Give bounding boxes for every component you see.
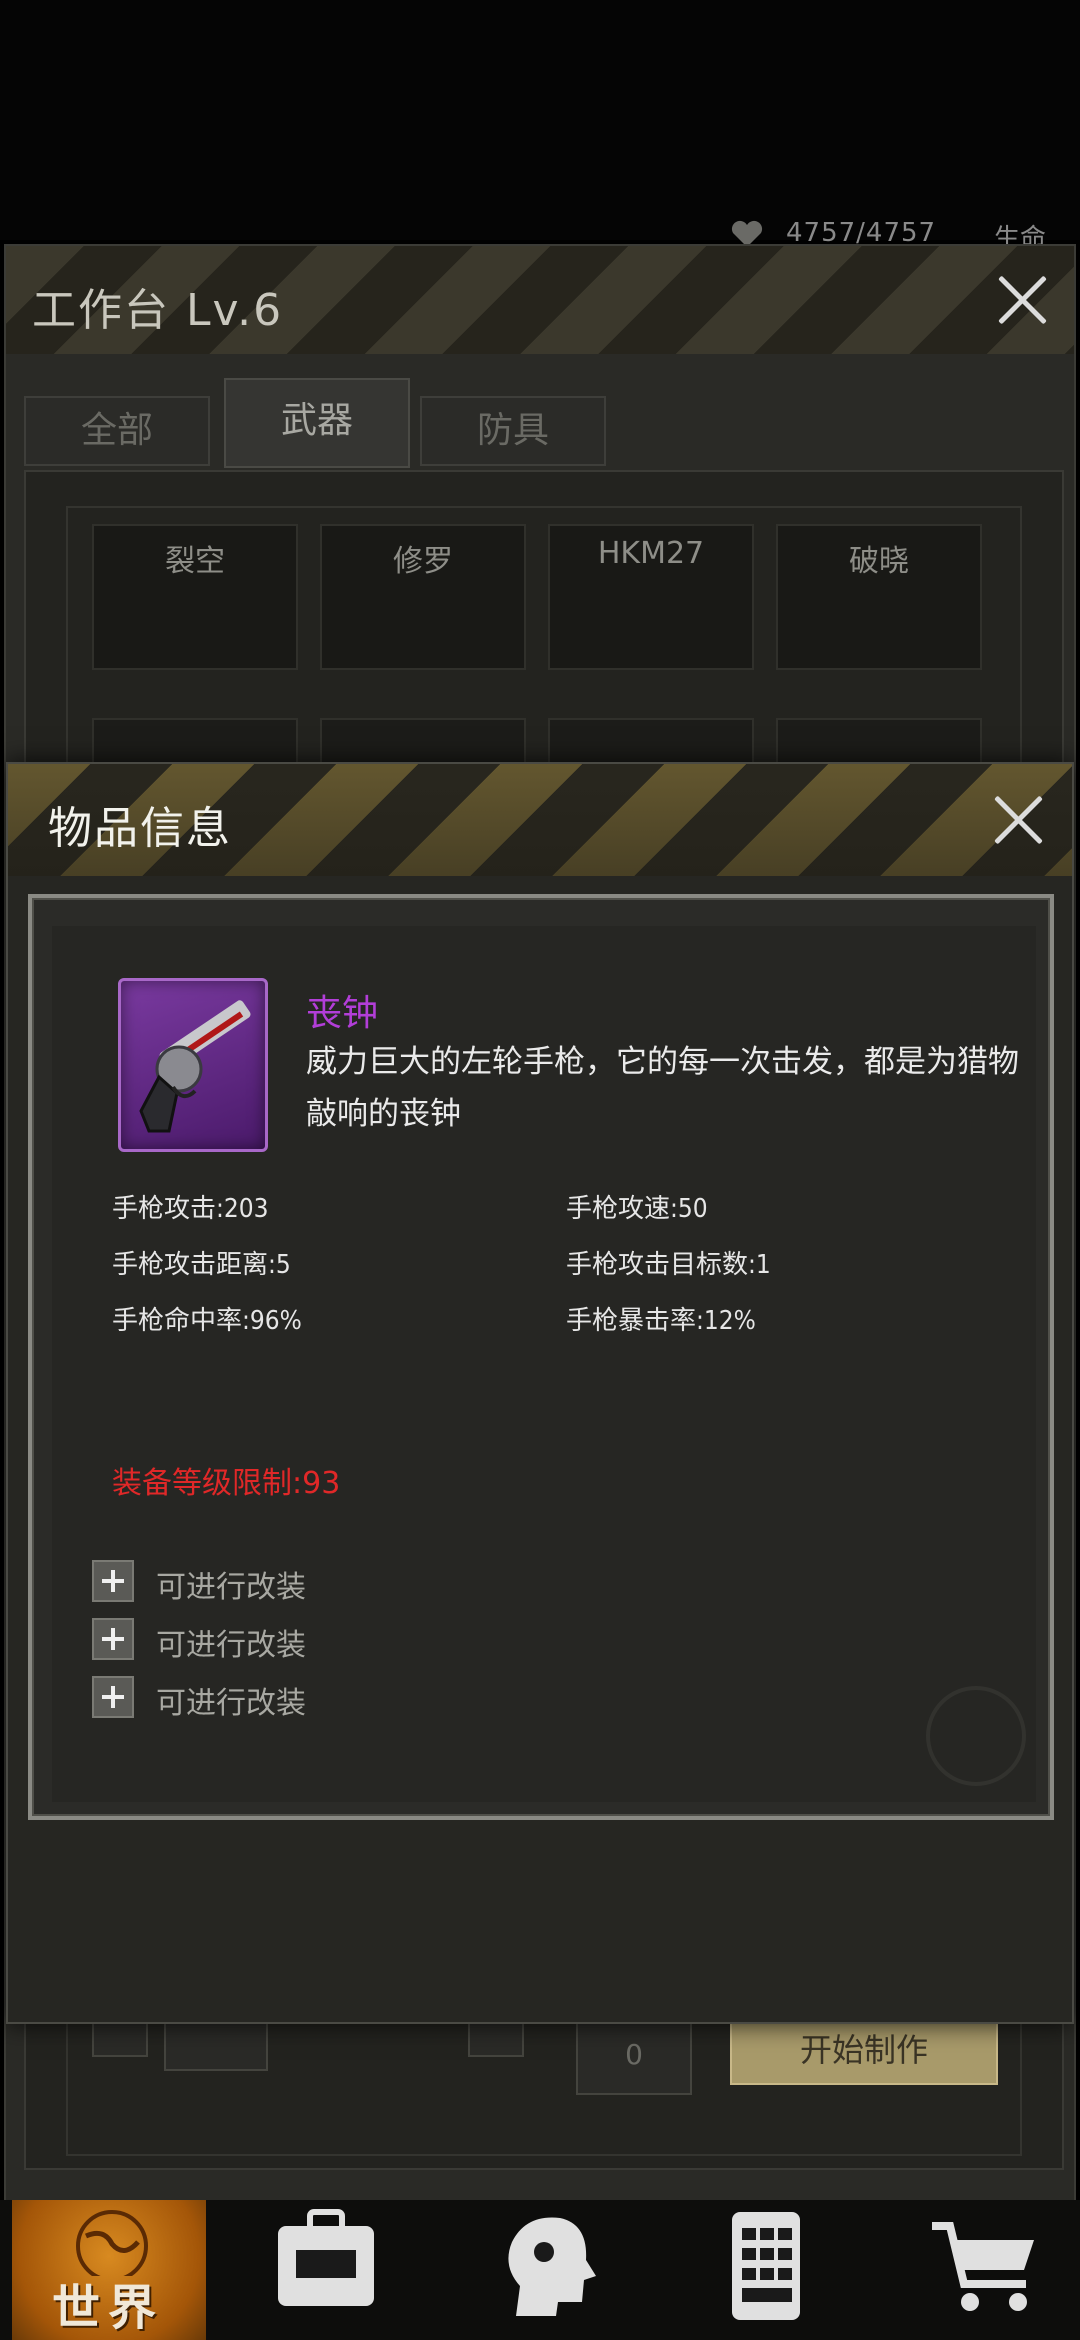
mod-label: 可进行改装: [156, 1570, 306, 1605]
item-info-title: 物品信息: [48, 803, 232, 854]
item-name: 丧钟: [306, 993, 379, 1034]
weapon-slot[interactable]: 裂空: [92, 524, 298, 670]
level-requirement: 装备等级限制:93: [112, 1466, 341, 1501]
stat-pistol-speed: 手枪攻速:50: [566, 1194, 708, 1224]
backpack-icon[interactable]: [266, 2206, 386, 2326]
stat-pistol-attack: 手枪攻击:203: [112, 1194, 269, 1224]
mod-label: 可进行改装: [156, 1686, 306, 1721]
top-background: [0, 0, 1080, 240]
plus-icon[interactable]: [92, 1560, 134, 1602]
workbench-title: 工作台 Lv.6: [32, 285, 284, 336]
workbench-header: 工作台 Lv.6: [6, 246, 1074, 354]
radiation-icon: [926, 1686, 1026, 1786]
item-info-frame: 丧钟 威力巨大的左轮手枪，它的每一次击发，都是为猎物敲响的丧钟 手枪攻击:203…: [28, 894, 1054, 1820]
globe-icon: [76, 2210, 148, 2276]
stat-pistol-hit: 手枪命中率:96%: [112, 1306, 302, 1336]
item-description: 威力巨大的左轮手枪，它的每一次击发，都是为猎物敲响的丧钟: [306, 1044, 1019, 1132]
item-info-frame-inner: 丧钟 威力巨大的左轮手枪，它的每一次击发，都是为猎物敲响的丧钟 手枪攻击:203…: [32, 898, 1050, 1816]
close-icon[interactable]: [990, 792, 1046, 848]
plus-icon[interactable]: [92, 1618, 134, 1660]
shop-cart-icon[interactable]: [926, 2206, 1046, 2326]
tab-weapons[interactable]: 武器: [224, 378, 410, 468]
calculator-icon[interactable]: [706, 2206, 826, 2326]
stat-pistol-range: 手枪攻击距离:5: [112, 1250, 291, 1280]
tab-all[interactable]: 全部: [24, 396, 210, 466]
item-icon: [118, 978, 268, 1152]
weapon-slot[interactable]: 修罗: [320, 524, 526, 670]
nav-world-button[interactable]: 世界: [12, 2200, 206, 2340]
skills-head-icon[interactable]: [486, 2206, 606, 2326]
workbench-close-icon[interactable]: [994, 272, 1050, 328]
mod-label: 可进行改装: [156, 1628, 306, 1663]
weapon-slot[interactable]: HKM27: [548, 524, 754, 670]
revolver-icon: [139, 1000, 251, 1133]
craft-controls: 0 开始制作: [68, 2015, 1018, 2115]
item-info-card: 丧钟 威力巨大的左轮手枪，它的每一次击发，都是为猎物敲响的丧钟 手枪攻击:203…: [52, 926, 1036, 1802]
plus-icon[interactable]: [92, 1676, 134, 1718]
stat-pistol-crit: 手枪暴击率:12%: [566, 1306, 756, 1336]
nav-world-label: 世界: [52, 2280, 165, 2336]
quantity-value: 0: [576, 2015, 692, 2095]
start-craft-button[interactable]: 开始制作: [730, 2015, 998, 2085]
item-info-header: 物品信息: [8, 764, 1072, 876]
stat-pistol-targets: 手枪攻击目标数:1: [566, 1250, 771, 1280]
weapon-slot[interactable]: 破晓: [776, 524, 982, 670]
item-info-modal: 物品信息 丧钟 威力巨大的左轮手枪，它的每一次击发，都是为猎物敲响的丧钟 手枪攻…: [6, 762, 1074, 2024]
tab-armor[interactable]: 防具: [420, 396, 606, 466]
bottom-nav: 世界: [0, 2200, 1080, 2340]
